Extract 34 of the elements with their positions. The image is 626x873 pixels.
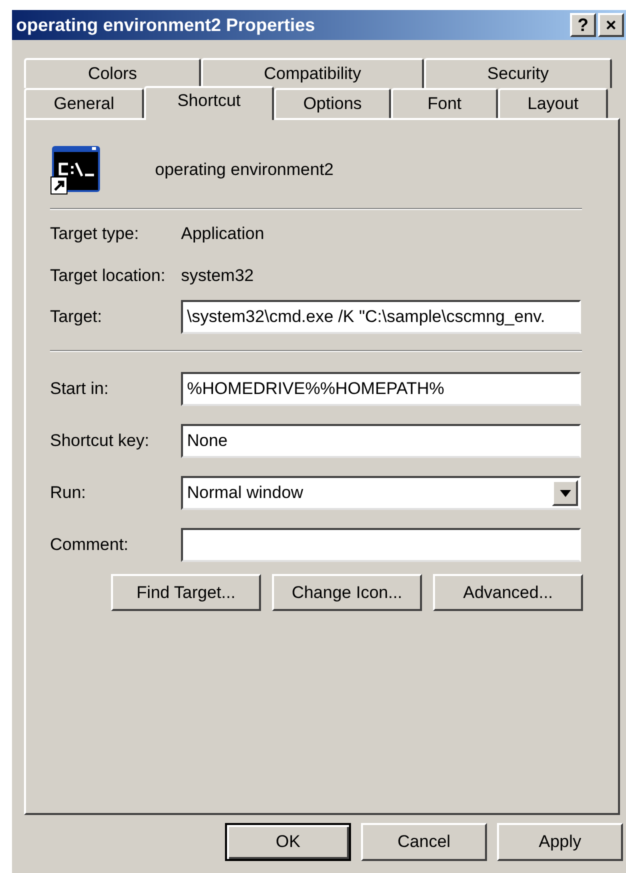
tab[interactable]: Shortcut — [144, 86, 274, 120]
field-label: Shortcut key: — [50, 430, 150, 452]
action-button[interactable]: Change Icon... — [272, 574, 422, 611]
tab[interactable]: Colors — [24, 58, 201, 88]
tab[interactable]: Options — [274, 88, 391, 118]
dialog-button[interactable]: OK — [225, 823, 351, 861]
help-button[interactable]: ? — [570, 13, 596, 37]
tab[interactable]: Security — [424, 58, 612, 88]
field-value: system32 — [181, 265, 254, 288]
tab[interactable]: Font — [391, 88, 498, 118]
field-label: Target location: — [50, 265, 166, 288]
dialog-button[interactable]: Apply — [497, 823, 623, 861]
action-button[interactable]: Advanced... — [433, 574, 583, 611]
input-field[interactable]: %HOMEDRIVE%%HOMEPATH% — [181, 372, 581, 406]
action-button[interactable]: Find Target... — [111, 574, 261, 611]
tab[interactable]: General — [24, 88, 144, 118]
field-label: Comment: — [50, 534, 130, 556]
field-label: Target type: — [50, 223, 140, 246]
close-button[interactable]: × — [598, 13, 624, 37]
input-field[interactable]: None — [181, 424, 581, 458]
window-title: operating environment2 Properties — [16, 14, 316, 37]
dialog-button[interactable]: Cancel — [361, 823, 487, 861]
tab[interactable]: Layout — [498, 88, 608, 118]
field-label: Target: — [50, 306, 103, 328]
run-dropdown[interactable]: Normal window — [181, 476, 581, 510]
command-prompt-icon — [50, 144, 102, 196]
tab[interactable]: Compatibility — [201, 58, 424, 88]
dropdown-arrow-icon — [560, 490, 570, 496]
field-label: Start in: — [50, 378, 110, 400]
field-value: Application — [181, 223, 264, 246]
field-label: Run: — [50, 482, 87, 504]
target-field[interactable]: \system32\cmd.exe /K "C:\sample\cscmng_env. — [181, 300, 581, 334]
shortcut-name: operating environment2 — [155, 159, 334, 182]
input-field[interactable] — [181, 528, 581, 562]
